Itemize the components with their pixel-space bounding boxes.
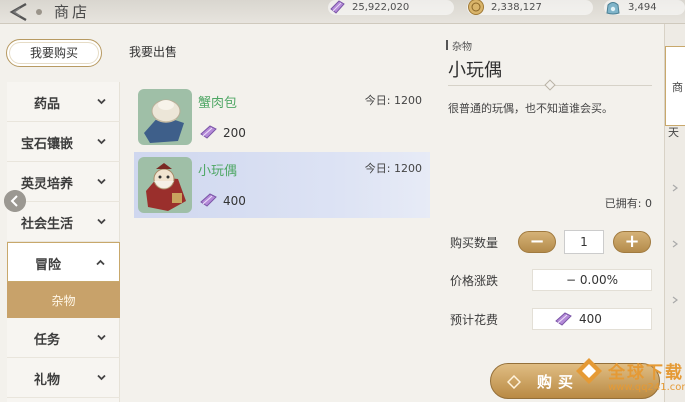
list-item[interactable]: 蟹肉包 今日: 1200 200 (134, 84, 430, 150)
quantity-input[interactable]: 1 (564, 230, 604, 254)
nav-item-label: 冒险 (34, 258, 61, 273)
cost-value: 400 (579, 312, 602, 326)
nav-item-label: 任务 (33, 333, 60, 348)
gem-count: 3,494 (628, 2, 657, 13)
side-tab-other[interactable]: 天 (668, 124, 685, 140)
chevron-up-icon (96, 259, 105, 266)
page-title: 商店 (54, 3, 91, 21)
currency-gem: 3,494 (604, 0, 685, 15)
detail-category: 杂物 (452, 42, 472, 53)
crab-bun-thumbnail (138, 89, 192, 145)
nav-item-adventure[interactable]: 冒险 (7, 242, 120, 282)
nav-item-label: 社会生活 (20, 217, 73, 232)
watermark-text: 全球下载 (608, 363, 684, 383)
chevron-right-icon (672, 240, 678, 248)
watermark-url: www.qq241.com (608, 382, 685, 393)
buy-button-label: 购买 (537, 373, 580, 391)
chevron-right-icon (672, 296, 678, 304)
title-separator-dot (36, 9, 42, 15)
crystal-count: 25,922,020 (352, 2, 410, 13)
chevron-down-icon (97, 138, 106, 145)
item-name: 小玩偶 (198, 164, 238, 179)
category-marker (446, 40, 448, 50)
item-daily-limit: 今日: 1200 (364, 162, 422, 175)
decrease-quantity-button[interactable]: − (518, 231, 556, 253)
right-side-tabs: 商 天 (664, 24, 685, 402)
crystal-icon (200, 193, 217, 207)
gem-bag-icon (606, 2, 620, 15)
item-price: 400 (223, 194, 246, 208)
crystal-icon (555, 312, 572, 326)
side-tab-label: 商 (672, 81, 683, 94)
nav-item-quest[interactable]: 任务 (7, 318, 120, 358)
owned-count: 已拥有: 0 (604, 197, 652, 210)
minus-icon: − (529, 231, 545, 252)
item-daily-limit: 今日: 1200 (364, 94, 422, 107)
tab-buy[interactable]: 我要购买 (6, 39, 102, 67)
price-change-label: 价格涨跌 (450, 274, 499, 288)
chevron-down-icon (97, 218, 106, 225)
nav-item-label: 药品 (33, 97, 60, 112)
currency-crystal: 25,922,020 (328, 0, 454, 15)
item-name: 蟹肉包 (198, 96, 238, 111)
chevron-down-icon (97, 178, 106, 185)
nav-subitem-misc[interactable]: 杂物 (7, 282, 120, 318)
nav-item-social-life[interactable]: 社会生活 (7, 202, 120, 242)
detail-description: 很普通的玩偶，也不知道谁会买。 (448, 102, 613, 115)
nav-item-medicine[interactable]: 药品 (7, 82, 120, 122)
nav-item-label: 宝石镶嵌 (20, 137, 73, 152)
diamond-ornament-icon (507, 375, 521, 389)
currency-coin: 2,338,127 (467, 0, 593, 15)
cost-label: 预计花费 (450, 313, 499, 327)
nav-item-gem-inlay[interactable]: 宝石镶嵌 (7, 122, 120, 162)
coin-icon (468, 0, 484, 15)
crystal-icon (330, 0, 345, 14)
nav-item-label: 英灵培养 (20, 177, 73, 192)
chevron-down-icon (97, 98, 106, 105)
price-change-value: − 0.00% (532, 269, 652, 291)
divider-ornament (544, 79, 556, 91)
increase-quantity-button[interactable]: + (613, 231, 651, 253)
top-bar: 商店 25,922,020 2,338,127 3,494 (0, 0, 685, 24)
item-detail-panel: 杂物 小玩偶 很普通的玩偶，也不知道谁会买。 已拥有: 0 购买数量 − 1 +… (440, 24, 664, 402)
chevron-right-icon (672, 184, 678, 192)
quantity-label: 购买数量 (450, 236, 499, 250)
chevron-down-icon (97, 374, 106, 381)
back-arrow-icon[interactable] (6, 1, 34, 23)
chevron-left-icon[interactable] (4, 190, 26, 212)
list-item-selected[interactable]: 小玩偶 今日: 1200 400 (134, 152, 430, 218)
watermark: 全球下载 www.qq241.com (574, 354, 685, 402)
coin-count: 2,338,127 (491, 2, 542, 13)
plus-icon: + (624, 231, 640, 252)
category-nav: 药品 宝石镶嵌 英灵培养 社会生活 冒险 杂物 任务 礼物 (7, 82, 120, 402)
tab-sell[interactable]: 我要出售 (106, 39, 200, 67)
small-doll-thumbnail (138, 157, 192, 213)
crystal-icon (200, 125, 217, 139)
side-tab-label: 天 (668, 126, 679, 139)
trade-mode-tabs: 我要购买 我要出售 (6, 39, 196, 67)
nav-subitem-label: 杂物 (51, 294, 76, 308)
cost-box: 400 (532, 308, 652, 330)
nav-item-gift[interactable]: 礼物 (7, 358, 120, 398)
watermark-logo-icon (576, 358, 602, 384)
nav-item-label: 礼物 (33, 373, 60, 388)
side-tab-shop[interactable]: 商 (665, 46, 685, 126)
item-price: 200 (223, 126, 246, 140)
chevron-down-icon (97, 334, 106, 341)
detail-item-name: 小玩偶 (448, 60, 502, 81)
